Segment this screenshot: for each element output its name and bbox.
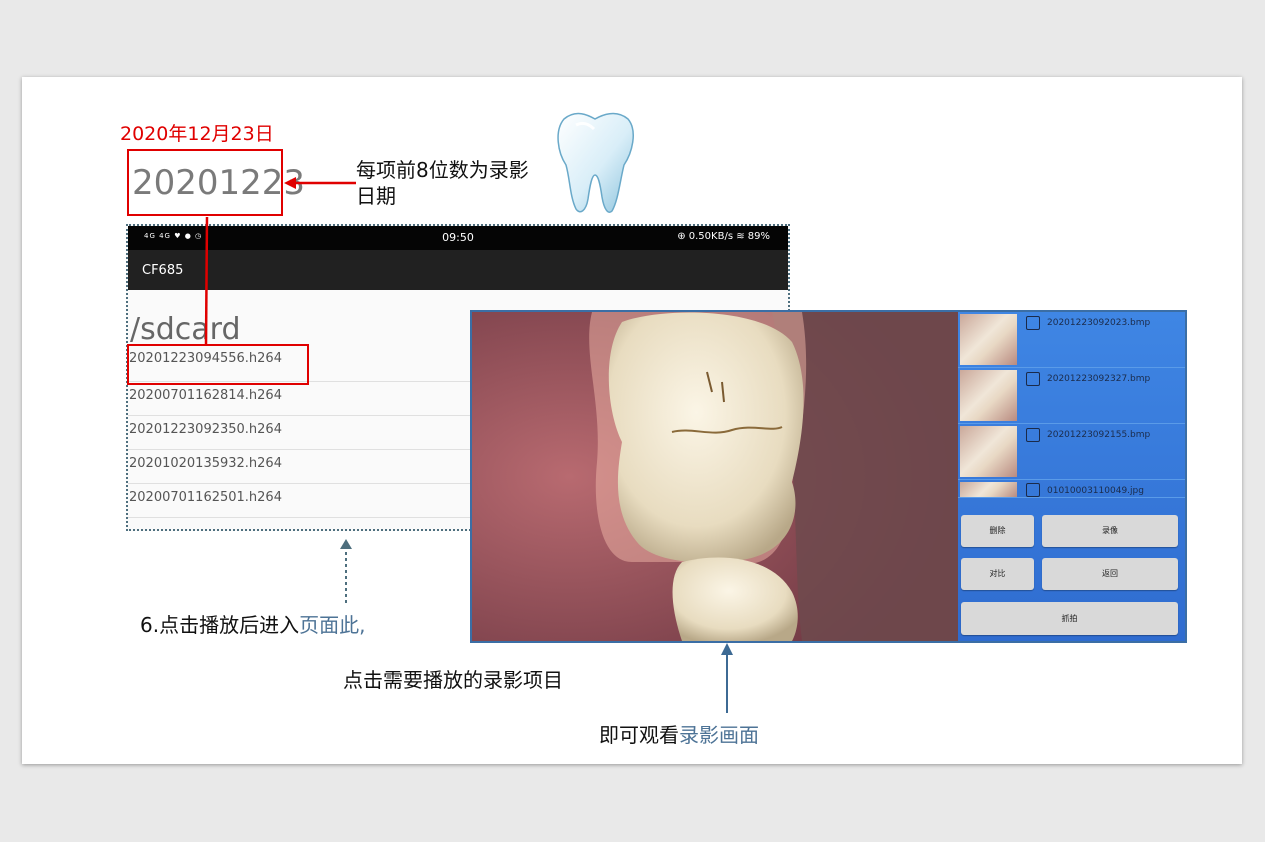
thumbnail-checkbox[interactable]	[1026, 483, 1040, 497]
thumbnail-image	[960, 482, 1017, 497]
thumbnail-item[interactable]: 20201223092327.bmp	[958, 368, 1185, 424]
slide: 2020年12月23日 20201223 每项前8位数为录影日期 4G 4G ♥…	[22, 77, 1242, 764]
thumbnail-item[interactable]: 20201223092023.bmp	[958, 312, 1185, 368]
thumbnail-image	[960, 370, 1017, 421]
thumbnail-name: 20201223092023.bmp	[1047, 318, 1151, 328]
thumbnail-item[interactable]: 01010003110049.jpg	[958, 480, 1185, 498]
step-6-caption: 6.点击播放后进入页面此,	[140, 609, 365, 638]
thumbnail-name: 01010003110049.jpg	[1047, 486, 1144, 496]
dotted-arrow-head	[340, 539, 352, 549]
video-viewer: 20201223092023.bmp 20201223092327.bmp 20…	[470, 310, 1187, 643]
delete-button[interactable]: 删除	[961, 515, 1034, 547]
video-frame[interactable]	[472, 312, 958, 641]
step-6-text: 6.点击播放后进入	[140, 613, 300, 637]
thumbnail-name: 20201223092155.bmp	[1047, 430, 1151, 440]
watch-text: 即可观看	[599, 723, 679, 747]
thumbnail-checkbox[interactable]	[1026, 428, 1040, 442]
capture-button[interactable]: 抓拍	[961, 602, 1178, 635]
blue-arrow-head	[721, 643, 733, 655]
step-6-highlight: 页面此,	[299, 613, 366, 637]
thumbnail-checkbox[interactable]	[1026, 316, 1040, 330]
thumbnail-checkbox[interactable]	[1026, 372, 1040, 386]
thumbnail-image	[960, 314, 1017, 365]
watch-highlight: 录影画面	[679, 723, 759, 747]
red-arrow-head	[284, 177, 296, 189]
teeth-image	[472, 312, 958, 641]
red-connector-line	[204, 216, 209, 346]
watch-caption: 即可观看录影画面	[599, 719, 759, 748]
back-button[interactable]: 返回	[1042, 558, 1178, 590]
compare-button[interactable]: 对比	[961, 558, 1034, 590]
thumbnail-name: 20201223092327.bmp	[1047, 374, 1151, 384]
thumbnail-item[interactable]: 20201223092155.bmp	[958, 424, 1185, 480]
thumbnail-image	[960, 426, 1017, 477]
tap-instruction: 点击需要播放的录影项目	[343, 668, 563, 692]
side-panel: 20201223092023.bmp 20201223092327.bmp 20…	[958, 312, 1185, 641]
record-button[interactable]: 录像	[1042, 515, 1178, 547]
